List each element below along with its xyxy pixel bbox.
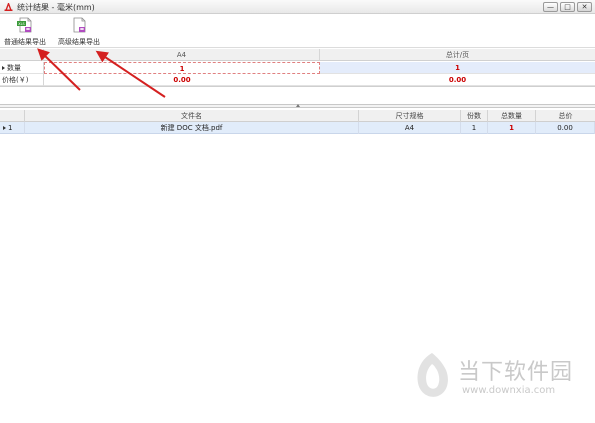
svg-text:XLS: XLS xyxy=(18,22,25,26)
advanced-export-button[interactable]: 高级结果导出 xyxy=(54,15,104,48)
files-table-header: 文件名 尺寸规格 份数 总数量 总价 xyxy=(0,110,595,122)
header-size[interactable]: 尺寸规格 xyxy=(359,110,461,122)
normal-export-label: 普通结果导出 xyxy=(4,38,46,46)
summary-header-a4[interactable]: A4 xyxy=(44,49,320,61)
quantity-total-cell[interactable]: 1 xyxy=(320,62,595,74)
row-pointer-icon xyxy=(3,126,6,130)
advanced-export-label: 高级结果导出 xyxy=(58,38,100,46)
watermark: 当下软件园 www.downxia.com xyxy=(410,350,595,410)
watermark-text: 当下软件园 xyxy=(458,360,574,385)
toolbar: XLS 普通结果导出 高级结果导出 xyxy=(0,15,595,48)
quantity-a4-cell[interactable]: 1 xyxy=(44,62,320,74)
cell-total-qty[interactable]: 1 xyxy=(488,122,536,134)
summary-grid: A4 总计/页 数量 1 1 价格(￥) 0.00 0.00 xyxy=(0,49,595,87)
price-a4-cell[interactable]: 0.00 xyxy=(44,74,320,86)
window-title: 统计结果 - 毫米(mm) xyxy=(17,3,95,12)
row-label-quantity: 数量 xyxy=(0,62,44,74)
header-total-qty[interactable]: 总数量 xyxy=(488,110,536,122)
normal-export-button[interactable]: XLS 普通结果导出 xyxy=(2,15,48,48)
summary-header-total[interactable]: 总计/页 xyxy=(320,49,595,61)
row-pointer-icon xyxy=(2,66,5,70)
row-index: 1 xyxy=(0,122,25,134)
cell-size[interactable]: A4 xyxy=(359,122,461,134)
header-index xyxy=(0,110,25,122)
row-label-price: 价格(￥) xyxy=(0,74,44,86)
collapse-up-icon[interactable] xyxy=(296,104,300,107)
cell-total-price[interactable]: 0.00 xyxy=(536,122,595,134)
cell-filename[interactable]: 新建 DOC 文档.pdf xyxy=(25,122,359,134)
summary-corner-header xyxy=(0,49,44,61)
watermark-logo xyxy=(417,353,448,397)
header-total-price[interactable]: 总价 xyxy=(536,110,595,122)
app-icon xyxy=(4,3,13,11)
panel-splitter[interactable] xyxy=(0,104,595,108)
maximize-button[interactable]: □ xyxy=(560,2,575,12)
document-export-icon xyxy=(73,17,86,33)
close-button[interactable]: ✕ xyxy=(577,2,592,12)
summary-row-quantity[interactable]: 数量 1 1 xyxy=(0,62,595,74)
watermark-url: www.downxia.com xyxy=(462,385,556,396)
price-total-cell[interactable]: 0.00 xyxy=(320,74,595,86)
header-filename[interactable]: 文件名 xyxy=(25,110,359,122)
minimize-button[interactable]: — xyxy=(543,2,558,12)
summary-row-price[interactable]: 价格(￥) 0.00 0.00 xyxy=(0,74,595,86)
title-bar: 统计结果 - 毫米(mm) — □ ✕ xyxy=(0,0,595,14)
excel-export-icon: XLS xyxy=(17,17,32,33)
cell-copies[interactable]: 1 xyxy=(461,122,488,134)
header-copies[interactable]: 份数 xyxy=(461,110,488,122)
table-row[interactable]: 1 新建 DOC 文档.pdf A4 1 1 0.00 xyxy=(0,122,595,134)
